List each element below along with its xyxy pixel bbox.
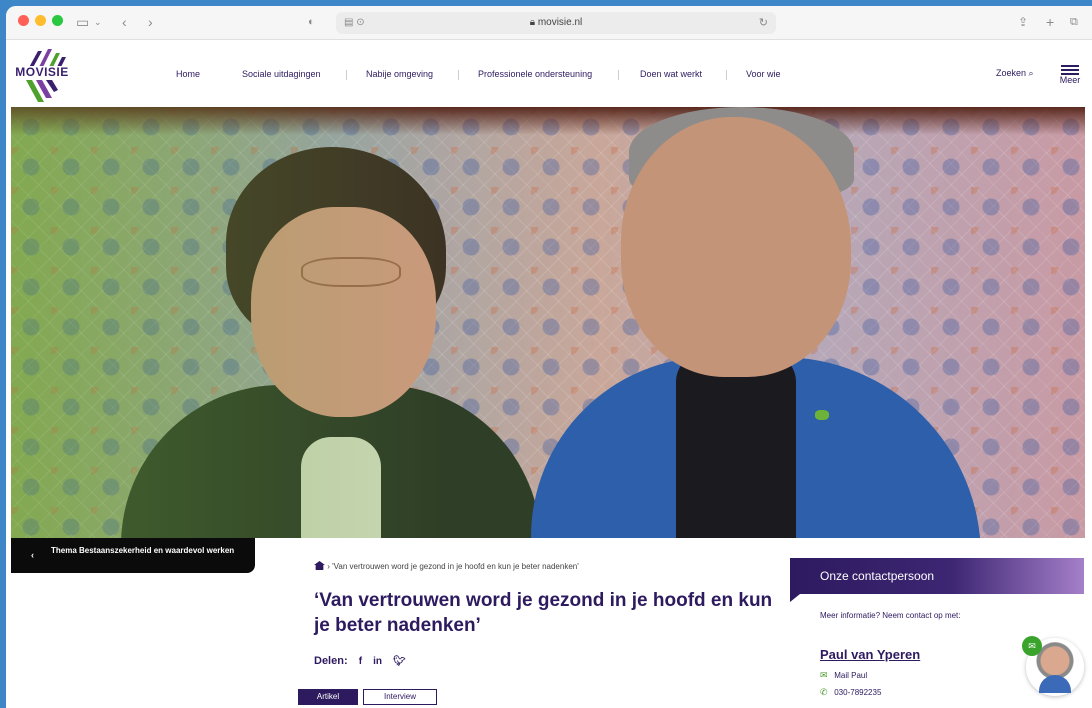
tag-artikel[interactable]: Artikel	[298, 689, 358, 705]
chevron-left-icon: ‹	[31, 550, 34, 560]
privacy-shield-icon[interactable]: ◐	[308, 12, 315, 32]
tab-overview-icon[interactable]: ⧉	[1070, 12, 1078, 32]
twitter-icon[interactable]: 🐦︎	[393, 656, 406, 667]
search-label: Zoeken	[996, 68, 1027, 78]
linkedin-icon[interactable]: in	[373, 656, 382, 667]
nav-item-home[interactable]: Home	[176, 69, 200, 79]
site-header: MOVISIE Home Sociale uitdagingen Nabije …	[6, 41, 1092, 107]
contact-mail-link[interactable]: ✉ Mail Paul	[820, 670, 867, 681]
contact-phone-link[interactable]: ✆ 030-7892235	[820, 687, 881, 698]
hero-image	[11, 107, 1085, 538]
menu-label: Meer	[1059, 75, 1081, 85]
back-nav-icon[interactable]: ‹	[122, 12, 127, 32]
contact-heading: Onze contactpersoon	[790, 558, 1084, 602]
forward-nav-icon[interactable]: ›	[148, 12, 153, 32]
avatar-body	[1039, 675, 1071, 693]
search-button[interactable]: Zoeken ⌕	[996, 68, 1034, 79]
share-bar: Delen: f in 🐦︎	[314, 655, 406, 667]
zoom-window-button[interactable]	[52, 15, 63, 26]
nav-item-voor-wie[interactable]: Voor wie	[746, 69, 781, 79]
minimize-window-button[interactable]	[35, 15, 46, 26]
hamburger-icon-line	[1061, 69, 1079, 71]
breadcrumb: › 'Van vertrouwen word je gezond in je h…	[314, 561, 579, 571]
contact-name-link[interactable]: Paul van Yperen	[820, 647, 920, 662]
nav-item-doen-wat-werkt[interactable]: Doen wat werkt	[640, 69, 702, 79]
address-bar[interactable]: ▤ ⊙ 🔒︎ movisie.nl ↻	[336, 12, 776, 34]
nav-item-professionele-ondersteuning[interactable]: Professionele ondersteuning	[478, 69, 592, 79]
nav-separator	[618, 70, 619, 80]
url-text: movisie.nl	[537, 17, 583, 28]
breadcrumb-current: 'Van vertrouwen word je gezond in je hoo…	[332, 562, 579, 571]
contact-mail-label: Mail Paul	[834, 671, 868, 680]
theme-back-label: Thema Bestaanszekerheid en waardevol wer…	[51, 546, 235, 555]
share-label: Delen:	[314, 655, 348, 667]
hamburger-icon	[1061, 65, 1079, 67]
tag-interview[interactable]: Interview	[363, 689, 437, 705]
hero-overlay	[11, 107, 1085, 538]
contact-phone-label: 030-7892235	[834, 688, 882, 697]
new-tab-icon[interactable]: +	[1046, 12, 1054, 32]
close-window-button[interactable]	[18, 15, 29, 26]
search-icon: ⌕	[1028, 68, 1034, 78]
contact-intro: Meer informatie? Neem contact op met:	[820, 611, 961, 620]
logo-tail-icon	[26, 80, 58, 102]
sidebar-toggle-icon[interactable]: ▭	[76, 12, 89, 32]
page-title: ‘Van vertrouwen word je gezond in je hoo…	[314, 590, 773, 636]
facebook-icon[interactable]: f	[359, 656, 362, 667]
nav-item-sociale-uitdagingen[interactable]: Sociale uitdagingen	[242, 69, 321, 79]
mail-badge-icon[interactable]: ✉	[1022, 636, 1042, 656]
home-icon[interactable]	[314, 561, 325, 570]
chevron-down-icon[interactable]: ⌄	[94, 12, 102, 32]
nav-separator	[726, 70, 727, 80]
browser-toolbar: ▭ ⌄ ‹ › ◐ ▤ ⊙ 🔒︎ movisie.nl ↻ ⇪ + ⧉	[6, 6, 1092, 40]
nav-item-nabije-omgeving[interactable]: Nabije omgeving	[366, 69, 433, 79]
reload-icon[interactable]: ↻	[759, 12, 768, 34]
menu-button[interactable]: Meer	[1058, 63, 1082, 85]
share-icon[interactable]: ⇪	[1018, 12, 1028, 32]
mail-icon: ✉	[820, 670, 828, 680]
reader-icon[interactable]: ▤ ⊙	[344, 12, 365, 34]
browser-window: ▭ ⌄ ‹ › ◐ ▤ ⊙ 🔒︎ movisie.nl ↻ ⇪ + ⧉ MOVI…	[6, 6, 1092, 708]
nav-separator	[458, 70, 459, 80]
nav-separator	[346, 70, 347, 80]
movisie-logo[interactable]: MOVISIE	[12, 47, 72, 103]
theme-back-link[interactable]: ‹ Thema Bestaanszekerheid en waardevol w…	[11, 538, 255, 573]
lock-icon: 🔒︎	[529, 17, 536, 28]
phone-icon: ✆	[820, 687, 828, 697]
logo-text: MOVISIE	[12, 66, 72, 79]
